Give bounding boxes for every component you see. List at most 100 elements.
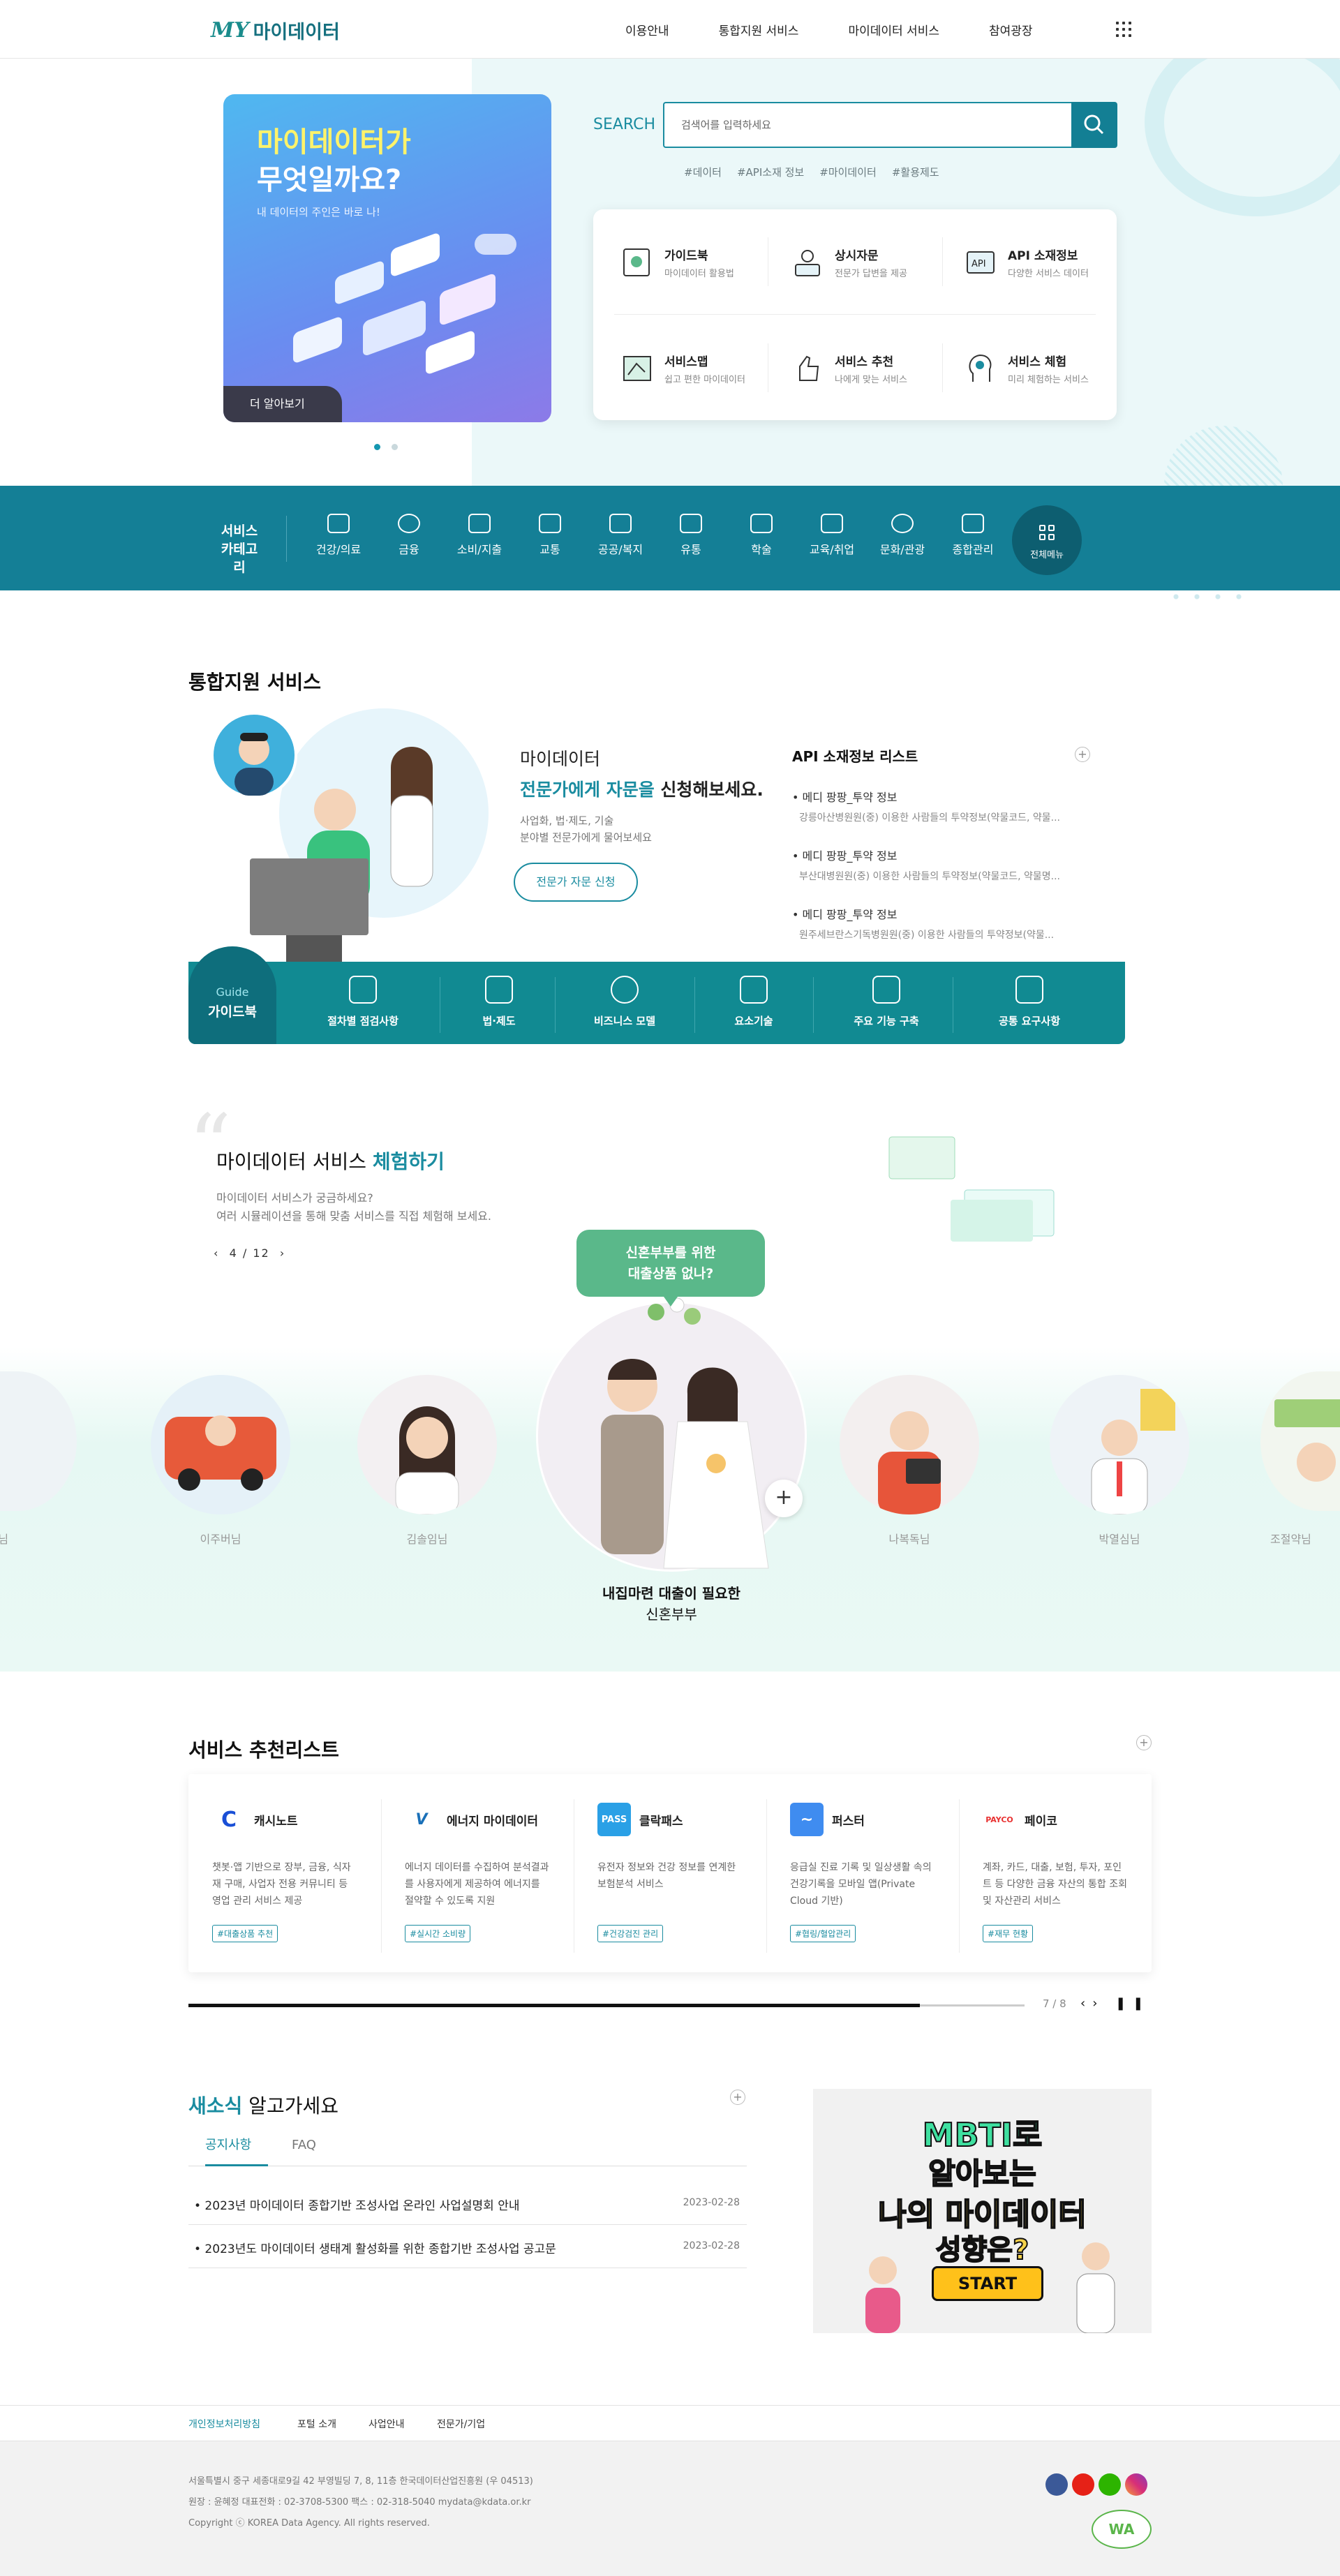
search-button[interactable] — [1071, 102, 1117, 148]
book-icon — [750, 514, 773, 533]
api-list-item[interactable]: • 메디 팡팡_투약 정보 부산대병원원(중) 이용한 사람들의 투약정보(약물코… — [792, 847, 1092, 883]
footer-link-expert[interactable]: 전문가/기업 — [437, 2417, 485, 2431]
guide-item-business-model[interactable]: 비즈니스 모델 — [565, 976, 684, 1028]
nav-item-guide[interactable]: 이용안내 — [625, 21, 669, 38]
api-list-item[interactable]: • 메디 팡팡_투약 정보 강릉아산병원원(중) 이용한 사람들의 투약정보(약물… — [792, 788, 1092, 824]
quick-recommend[interactable]: 서비스 추천 나에게 맞는 서비스 — [790, 334, 958, 403]
news-more-button[interactable]: + — [730, 2090, 745, 2105]
recommend-card[interactable]: PASS 클락패스 유전자 정보와 건강 정보를 연계한 보험분석 서비스 #건강… — [574, 1774, 766, 1972]
banner-dot-2[interactable] — [392, 444, 398, 450]
banner-dot-1[interactable] — [374, 444, 380, 450]
consult-promo: 마이데이터 전문가에게 자문을 신청해보세요. 사업화, 법·제도, 기술 분야별… — [520, 749, 764, 844]
next-icon[interactable]: › — [280, 1246, 285, 1260]
mbti-banner[interactable]: MBTI로 알아보는 나의 마이데이터 성향은? START — [813, 2089, 1152, 2333]
category-health[interactable]: 건강/의료 — [309, 514, 368, 557]
category-culture[interactable]: 문화/관광 — [873, 514, 932, 557]
persona-name: 박열심님 — [1099, 1533, 1140, 1546]
tab-faq[interactable]: FAQ — [292, 2133, 316, 2166]
persona-name: 이주버님 — [200, 1533, 241, 1546]
category-traffic[interactable]: 교통 — [521, 514, 579, 557]
search-tag[interactable]: #활용제도 — [892, 165, 939, 179]
facebook-icon[interactable] — [1045, 2473, 1068, 2496]
persona-card[interactable] — [357, 1375, 497, 1514]
quick-api-info[interactable]: API API 소재정보 다양한 서비스 데이터 — [963, 228, 1131, 297]
youtube-icon[interactable] — [1072, 2473, 1094, 2496]
puster-logo: ~ — [790, 1803, 824, 1836]
footer-contact: 원장 : 윤혜정 대표전화 : 02-3708-5300 팩스 : 02-318… — [188, 2497, 531, 2508]
footer-body: 서울특별시 중구 세종대로9길 42 부영빌딩 7, 8, 11층 한국데이터산… — [0, 2441, 1340, 2576]
category-welfare[interactable]: 공공/복지 — [591, 514, 650, 557]
web-accessibility-mark: WA — [1092, 2510, 1152, 2549]
search-input[interactable]: 검색어를 입력하세요 — [663, 102, 1072, 148]
quick-experience[interactable]: 서비스 체험 미리 체험하는 서비스 — [963, 334, 1131, 403]
search-tag[interactable]: #데이터 — [684, 165, 722, 179]
footer-link-business[interactable]: 사업안내 — [368, 2417, 405, 2431]
persona-card[interactable] — [1050, 1375, 1189, 1514]
consult-apply-button[interactable]: 전문가 자문 신청 — [514, 863, 638, 902]
search-tag[interactable]: #마이데이터 — [819, 165, 877, 179]
featured-persona-card[interactable] — [536, 1301, 807, 1572]
experience-title: 마이데이터 서비스 체험하기 — [216, 1150, 445, 1173]
recommend-more-button[interactable]: + — [1136, 1735, 1152, 1750]
blog-icon[interactable] — [1099, 2473, 1121, 2496]
api-list-more-button[interactable]: + — [1075, 747, 1090, 762]
recommend-card[interactable]: C 캐시노트 챗봇·앱 기반으로 장부, 금융, 식자재 구매, 사업자 전용 커… — [188, 1774, 381, 1972]
mbti-start-button[interactable]: START — [932, 2266, 1043, 2301]
logo-text: 마이데이터 — [253, 22, 340, 43]
pause-icon[interactable]: ❚❚ — [1115, 1996, 1150, 2011]
recommend-tag: #건강검진 관리 — [597, 1925, 664, 1942]
checklist-icon — [349, 976, 377, 1004]
guide-item-checklist[interactable]: 절차별 점검사항 — [307, 976, 419, 1028]
category-bar: 서비스 카테고리 건강/의료 금융 소비/지출 교통 공공/복지 유통 학술 교육… — [0, 486, 1340, 590]
hand-heart-icon — [609, 514, 632, 533]
thumbs-up-icon — [799, 355, 819, 381]
all-category-button[interactable]: 전체메뉴 — [1012, 505, 1082, 575]
hierarchy-icon — [740, 976, 768, 1004]
tab-notice[interactable]: 공지사항 — [205, 2133, 268, 2166]
footer-link-privacy[interactable]: 개인정보처리방침 — [188, 2417, 260, 2431]
persona-name: 나복독님 — [888, 1533, 930, 1546]
guide-item-main-function[interactable]: 주요 기능 구축 — [827, 976, 946, 1028]
add-icon[interactable]: + — [765, 1480, 803, 1517]
guide-item-common-req[interactable]: 공통 요구사항 — [963, 976, 1096, 1028]
search-tag[interactable]: #API소재 정보 — [737, 165, 804, 179]
category-consumption[interactable]: 소비/지출 — [450, 514, 509, 557]
quick-service-map[interactable]: 서비스맵 쉽고 편한 마이데이터 — [620, 334, 787, 403]
nav-item-support[interactable]: 통합지원 서비스 — [719, 21, 799, 38]
nav-item-mydata-service[interactable]: 마이데이터 서비스 — [848, 21, 939, 38]
category-education[interactable]: 교육/취업 — [803, 514, 861, 557]
support-section-title: 통합지원 서비스 — [188, 671, 322, 694]
category-distribution[interactable]: 유통 — [662, 514, 720, 557]
guide-item-law[interactable]: 법·제도 — [450, 976, 548, 1028]
footer-links: 개인정보처리방침 포털 소개 사업안내 전문가/기업 — [0, 2405, 1340, 2441]
recommend-card[interactable]: PAYCO 페이코 계좌, 카드, 대출, 보험, 투자, 포인트 등 다양한 금… — [959, 1774, 1152, 1972]
quick-consulting[interactable]: 상시자문 전문가 답변을 제공 — [790, 228, 958, 297]
api-list-item[interactable]: • 메디 팡팡_투약 정보 원주세브란스기독병원원(중) 이용한 사람들의 투약정… — [792, 905, 1092, 941]
quick-guidebook[interactable]: 가이드북 마이데이터 활용법 — [620, 228, 787, 297]
next-icon[interactable]: › — [1092, 1996, 1104, 2011]
persona-card[interactable] — [151, 1375, 290, 1514]
site-logo[interactable]: MY 마이데이터 — [211, 17, 340, 44]
banner-title: 마이데이터가 무엇일까요? — [257, 126, 411, 196]
persona-card[interactable] — [840, 1375, 979, 1514]
category-total[interactable]: 종합관리 — [944, 514, 1002, 557]
instagram-icon[interactable] — [1125, 2473, 1147, 2496]
footer-link-about[interactable]: 포털 소개 — [297, 2417, 336, 2431]
news-item[interactable]: • 2023년 마이데이터 종합기반 조성사업 온라인 사업설명회 안내 2023… — [188, 2182, 747, 2225]
recommend-tag: #실시간 소비량 — [405, 1925, 471, 1942]
recommend-card[interactable]: V 에너지 마이데이터 에너지 데이터를 수집하여 분석결과를 사용자에게 제공하… — [381, 1774, 574, 1972]
all-menu-grid-icon[interactable] — [1116, 22, 1131, 37]
film-reel-icon — [891, 514, 914, 533]
guide-item-tech[interactable]: 요소기술 — [701, 976, 806, 1028]
nav-item-community[interactable]: 참여광장 — [989, 21, 1033, 38]
recommend-card[interactable]: ~ 퍼스터 응급실 진료 기록 및 일상생활 속의 건강기록을 모바일 앱(Pri… — [766, 1774, 959, 1972]
prev-icon[interactable]: ‹ — [1080, 1996, 1092, 2011]
category-finance[interactable]: 금융 — [380, 514, 438, 557]
hero-banner[interactable]: 마이데이터가 무엇일까요? 내 데이터의 주인은 바로 나! 더 알아보기 — [223, 94, 551, 422]
prev-icon[interactable]: ‹ — [214, 1246, 219, 1260]
category-academic[interactable]: 학술 — [732, 514, 791, 557]
api-info-list: API 소재정보 리스트 • 메디 팡팡_투약 정보 강릉아산병원원(중) 이용한… — [792, 745, 1092, 941]
banner-more-button[interactable]: 더 알아보기 — [223, 386, 342, 422]
news-item[interactable]: • 2023년도 마이데이터 생태계 활성화를 위한 종합기반 조성사업 공고문… — [188, 2225, 747, 2268]
experience-pager: ‹ 4 / 12 › — [214, 1246, 285, 1260]
